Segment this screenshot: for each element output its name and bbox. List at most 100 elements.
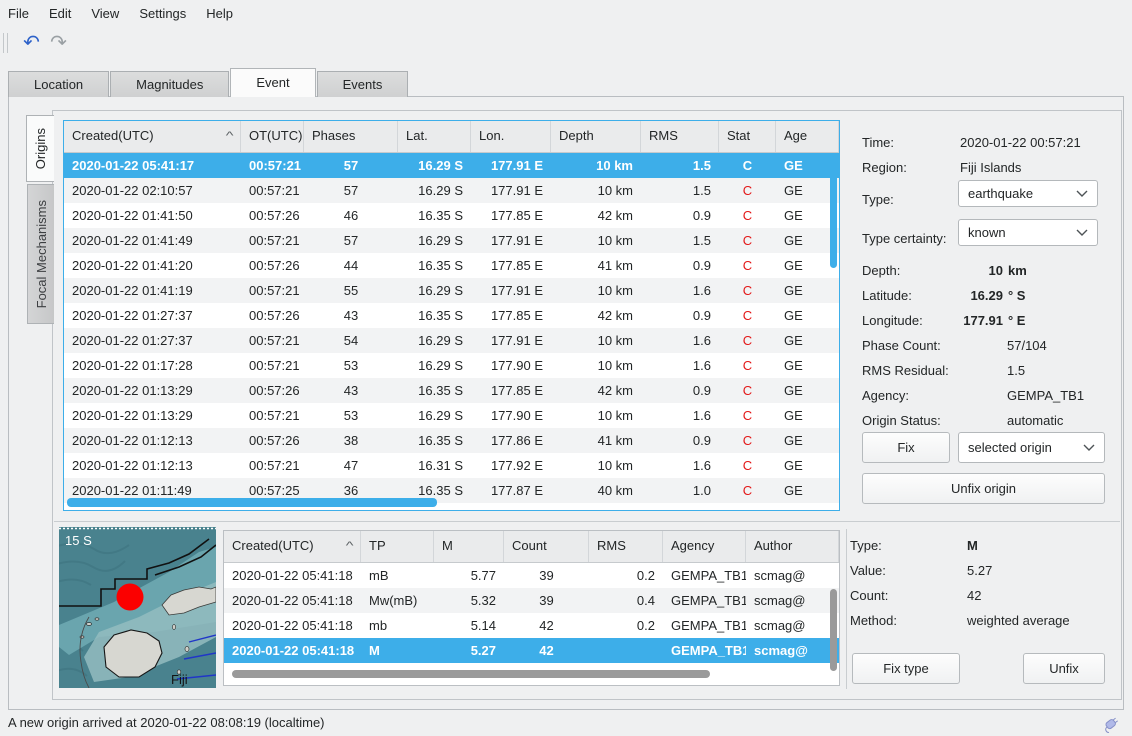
cell-created-utc: 2020-01-22 01:13:29 [64,378,241,403]
tab-location[interactable]: Location [8,71,109,97]
redo-button[interactable]: ↷ [45,30,72,57]
tab-events[interactable]: Events [317,71,409,97]
cell-lon: 177.87 E [471,478,551,503]
origins-horizontal-scrollbar[interactable] [67,498,437,507]
origin-column-header-stat[interactable]: Stat [719,121,776,152]
column-header-label: RMS [649,121,678,152]
magnitude-column-header-agency[interactable]: Agency [663,531,746,562]
menu-edit[interactable]: Edit [49,6,71,21]
connection-plug-icon [1100,715,1120,733]
magnitude-row[interactable]: 2020-01-22 05:41:18M5.2742GEMPA_TB1scmag… [224,638,839,663]
origin-column-header-rms[interactable]: RMS [641,121,719,152]
origin-row[interactable]: 2020-01-22 01:27:3700:57:264316.35 S177.… [64,303,839,328]
longitude-value: 177.91 [960,308,1003,333]
origin-row[interactable]: 2020-01-22 01:41:2000:57:264416.35 S177.… [64,253,839,278]
magnitude-row[interactable]: 2020-01-22 05:41:18mb5.14420.2GEMPA_TB1s… [224,613,839,638]
menu-settings[interactable]: Settings [139,6,186,21]
magnitude-row[interactable]: 2020-01-22 05:41:18Mw(mB)5.32390.4GEMPA_… [224,588,839,613]
menu-view[interactable]: View [91,6,119,21]
fix-mode-dropdown[interactable]: selected origin [958,432,1105,463]
cell-created-utc: 2020-01-22 01:41:49 [64,228,241,253]
type-certainty-dropdown[interactable]: known [958,219,1098,246]
origin-row[interactable]: 2020-01-22 01:12:1300:57:263816.35 S177.… [64,428,839,453]
type-certainty-label: Type certainty: [862,226,947,251]
cell-created-utc: 2020-01-22 05:41:18 [224,613,361,638]
origin-column-header-created-utc[interactable]: Created(UTC)^ [64,121,241,152]
magnitudes-vertical-scrollbar[interactable] [830,589,837,671]
cell-stat: C [719,203,776,228]
unfix-magnitude-button[interactable]: Unfix [1023,653,1105,684]
cell-ot-utc: 00:57:21 [241,453,304,478]
latitude-value: 16.29 [960,283,1003,308]
location-map[interactable]: 15 S Fiji [59,527,216,688]
magnitude-row[interactable]: 2020-01-22 05:41:18mB5.77390.2GEMPA_TB1s… [224,563,839,588]
horizontal-splitter[interactable] [54,521,1120,522]
cell-ot-utc: 00:57:21 [241,178,304,203]
cell-lat: 16.29 S [398,353,471,378]
cell-created-utc: 2020-01-22 01:41:20 [64,253,241,278]
origins-vertical-scrollbar[interactable] [830,156,837,268]
origin-column-header-lon[interactable]: Lon. [471,121,551,152]
menu-help[interactable]: Help [206,6,233,21]
tab-magnitudes[interactable]: Magnitudes [110,71,229,97]
menu-bar: File Edit View Settings Help [0,0,1132,26]
cell-depth: 41 km [551,253,641,278]
origin-column-header-phases[interactable]: Phases [304,121,398,152]
origin-column-header-age[interactable]: Age [776,121,839,152]
fix-type-button-label: Fix type [883,661,929,676]
cell-depth: 10 km [551,228,641,253]
cell-ot-utc: 00:57:26 [241,253,304,278]
magnitude-column-header-created-utc[interactable]: Created(UTC)^ [224,531,361,562]
cell-depth: 10 km [551,328,641,353]
side-tab-focal-mechanisms[interactable]: Focal Mechanisms [27,184,54,324]
origin-row[interactable]: 2020-01-22 01:41:5000:57:264616.35 S177.… [64,203,839,228]
origin-column-header-depth[interactable]: Depth [551,121,641,152]
cell-rms: 1.6 [641,453,719,478]
menu-file[interactable]: File [8,6,29,21]
cell-lon: 177.91 E [471,178,551,203]
column-header-label: Author [754,531,792,562]
undo-button[interactable]: ↶ [18,30,45,57]
cell-rms: 0.9 [641,253,719,278]
origin-row[interactable]: 2020-01-22 01:17:2800:57:215316.29 S177.… [64,353,839,378]
chevron-down-icon [1076,190,1088,198]
event-type-dropdown[interactable]: earthquake [958,180,1098,207]
cell-lat: 16.35 S [398,203,471,228]
magnitude-column-header-count[interactable]: Count [504,531,589,562]
magnitude-column-header-author[interactable]: Author [746,531,839,562]
cell-created-utc: 2020-01-22 05:41:17 [64,153,241,178]
longitude-unit: ° E [1008,313,1025,328]
origin-column-header-ot-utc[interactable]: OT(UTC) [241,121,304,152]
cell-rms: 0.4 [589,588,663,613]
magnitudes-horizontal-scrollbar[interactable] [232,670,710,678]
origin-row[interactable]: 2020-01-22 01:13:2900:57:264316.35 S177.… [64,378,839,403]
cell-lat: 16.29 S [398,403,471,428]
cell-author: scmag@ [746,563,839,588]
cell-stat: C [719,278,776,303]
origin-row[interactable]: 2020-01-22 01:13:2900:57:215316.29 S177.… [64,403,839,428]
cell-tp: mB [361,563,434,588]
map-place-label: Fiji [171,672,188,687]
cell-stat: C [719,328,776,353]
origin-row[interactable]: 2020-01-22 01:27:3700:57:215416.29 S177.… [64,328,839,353]
toolbar-drag-handle[interactable] [3,33,8,53]
magnitude-column-header-tp[interactable]: TP [361,531,434,562]
unfix-origin-button[interactable]: Unfix origin [862,473,1105,504]
origin-row[interactable]: 2020-01-22 01:41:1900:57:215516.29 S177.… [64,278,839,303]
tab-event[interactable]: Event [230,68,315,97]
cell-phases: 57 [304,178,398,203]
side-tab-origins[interactable]: Origins [26,115,54,182]
chevron-down-icon [1083,444,1095,452]
origin-row[interactable]: 2020-01-22 01:41:4900:57:215716.29 S177.… [64,228,839,253]
origin-column-header-lat[interactable]: Lat. [398,121,471,152]
magnitude-column-header-m[interactable]: M [434,531,504,562]
cell-lon: 177.91 E [471,153,551,178]
fix-button[interactable]: Fix [862,432,950,463]
origin-row[interactable]: 2020-01-22 01:12:1300:57:214716.31 S177.… [64,453,839,478]
magnitude-column-header-rms[interactable]: RMS [589,531,663,562]
origin-row[interactable]: 2020-01-22 02:10:5700:57:215716.29 S177.… [64,178,839,203]
origin-row[interactable]: 2020-01-22 05:41:1700:57:215716.29 S177.… [64,153,839,178]
fix-type-button[interactable]: Fix type [852,653,960,684]
cell-author: scmag@ [746,588,839,613]
column-header-label: Count [512,531,547,562]
